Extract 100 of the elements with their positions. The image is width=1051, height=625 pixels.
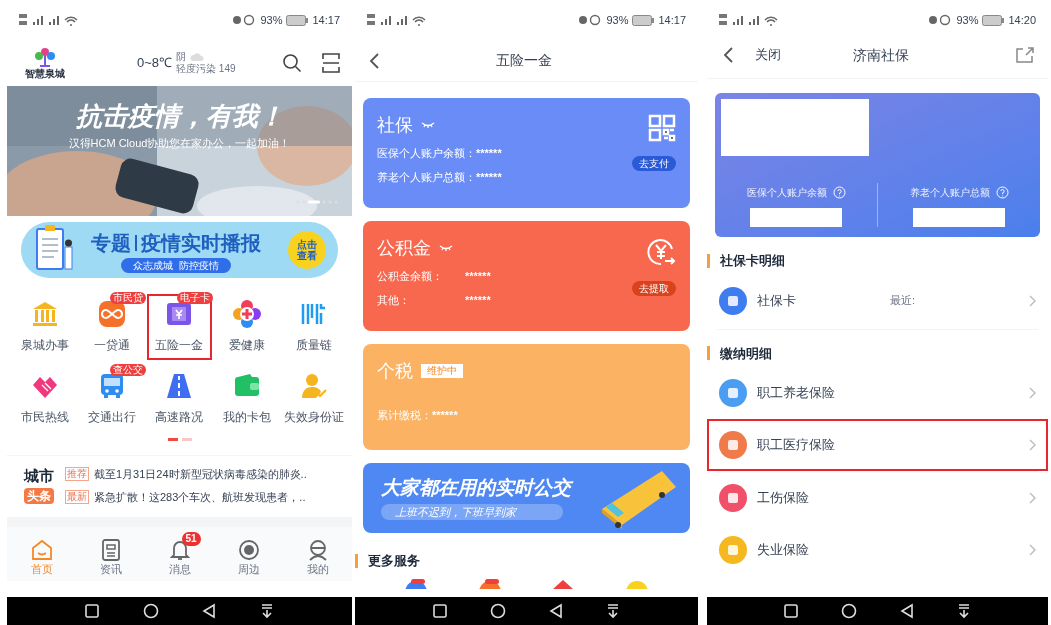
qr-code-icon[interactable] [648,114,676,142]
headline-link[interactable]: 紧急扩散！这283个车次、航班发现患者，.. [94,488,306,505]
list-row[interactable]: 职工医疗保险 [707,419,1048,471]
bus-banner-title: 大家都在用的实时公交 [381,475,672,500]
clock-time: 14:17 [312,12,340,28]
back-icon[interactable] [899,603,914,619]
weather-condition: 阴 [176,50,187,63]
service-item[interactable]: 查公交 交通出行 [79,366,145,432]
news-badge: 头条 [24,487,54,504]
back-chevron-icon[interactable] [723,47,733,63]
notification-down-icon[interactable] [260,603,275,619]
account-card[interactable]: 公积金 公积金余额： ****** 其他： ****** 去提取 [363,221,690,331]
air-quality: 轻度污染 149 [176,63,236,76]
recent-apps-icon[interactable] [784,604,799,618]
flower-logo-icon [34,47,56,67]
list-row[interactable]: 社保卡 最近: [707,274,1048,327]
service-item[interactable]: 泉城办事 [12,294,78,360]
section-title: 缴纳明细 [720,344,772,363]
home-icon[interactable] [841,603,858,619]
service-item[interactable]: 市民贷 一贷通 [79,294,145,360]
help-icon[interactable] [995,186,1009,199]
close-link[interactable]: 关闭 [755,45,781,65]
recent-apps-icon[interactable] [432,604,447,618]
chevron-right-icon [1029,544,1036,556]
battery-icon [632,14,655,26]
banner-subline: 汉得HCM Cloud协助您在家办公，一起加油！ [68,135,291,151]
recent-label: 最近: [890,293,916,309]
action-button[interactable]: 去提取 [632,281,676,296]
service-item[interactable]: 失效身份证 [281,366,347,432]
bank-icon [30,300,59,328]
service-label: 交通出行 [88,409,137,426]
service-item[interactable]: 我的卡包 [214,366,280,432]
balance-label: 其他： [377,293,411,308]
service-item[interactable]: 市民热线 [12,366,78,432]
home-icon[interactable] [142,603,159,619]
row-label: 失业保险 [757,541,809,560]
clock-time: 14:17 [658,12,686,28]
topic-slogan: 众志成城 防控疫情 [121,257,231,273]
topic-banner[interactable]: 专题 疫情实时播报 众志成城 防控疫情 点击查看 [21,222,338,278]
view-button[interactable]: 点击查看 [288,231,326,269]
section-title: 更多服务 [368,552,420,570]
account-card[interactable]: 社保 医保个人账户余额：****** 养老个人账户总额：****** 去支付 [363,98,690,208]
back-chevron-icon[interactable] [369,52,379,69]
notification-down-icon[interactable] [606,603,621,619]
road-icon [165,372,194,400]
list-row[interactable]: 职工养老保险 [707,367,1048,419]
yen-transfer-icon[interactable] [646,237,676,267]
list-row[interactable]: 失业保险 [707,524,1048,576]
balance-label: 医保个人账户余额： [377,145,476,161]
scan-icon[interactable] [322,53,340,73]
card-title: 公积金 [377,237,431,260]
status-tag: 维护中 [421,364,463,379]
back-icon[interactable] [202,603,217,619]
clock-time: 14:20 [1008,12,1036,28]
service-item[interactable]: 高速路况 [146,366,213,432]
balance-label: 养老个人账户总额： [377,170,476,185]
back-icon[interactable] [549,603,564,619]
alarm-icon [578,14,603,26]
home-icon[interactable] [489,603,506,619]
alarm-icon [232,14,257,26]
share-icon[interactable] [1016,47,1034,63]
nav-tab[interactable]: 周边 [220,531,277,577]
list-row[interactable]: 工伤保险 [707,472,1048,524]
nav-tab[interactable]: 51 消息 [151,531,208,577]
row-label: 职工养老保险 [757,384,835,403]
service-label: 质量链 [296,337,333,354]
row-label: 工伤保险 [757,489,809,508]
news-tag: 最新 [65,489,89,504]
document-icon [100,538,121,561]
logo-text: 智慧泉城 [25,69,65,79]
row-label: 社保卡 [757,291,796,310]
service-item[interactable]: 质量链 [281,294,347,360]
topic-title: 疫情实时播报 [141,230,261,256]
nav-tab[interactable]: 资讯 [82,531,139,577]
target-icon [237,538,260,561]
search-icon[interactable] [282,53,302,73]
help-icon[interactable] [832,186,846,199]
nav-tab[interactable]: 我的 [289,531,346,577]
notification-down-icon[interactable] [956,603,971,619]
person-check-icon [300,372,329,400]
battery-percent: 93% [260,12,283,28]
service-label: 失效身份证 [284,409,345,426]
service-label: 五险一金 [155,337,204,354]
eye-closed-icon[interactable] [421,122,435,129]
health-cross-icon [232,300,261,328]
signal-icon [367,12,429,28]
masked-value: ****** [432,407,458,423]
page-indicator-icon [167,438,192,441]
news-tag: 推荐 [65,467,89,482]
service-item[interactable]: 爱健康 [214,294,280,360]
headline-link[interactable]: 截至1月31日24时新型冠状病毒感染的肺炎.. [94,466,307,483]
unread-count-badge: 51 [181,531,201,546]
banner-headline: 抗击疫情，有我！ [75,100,284,133]
service-badge: 市民贷 [110,292,147,304]
eye-closed-icon[interactable] [439,245,453,252]
recent-apps-icon[interactable] [84,604,99,618]
battery-percent: 93% [606,12,629,28]
topic-tag: 专题 [91,227,131,258]
service-item[interactable]: 电子卡 五险一金 [146,294,213,360]
action-button[interactable]: 去支付 [632,156,676,171]
